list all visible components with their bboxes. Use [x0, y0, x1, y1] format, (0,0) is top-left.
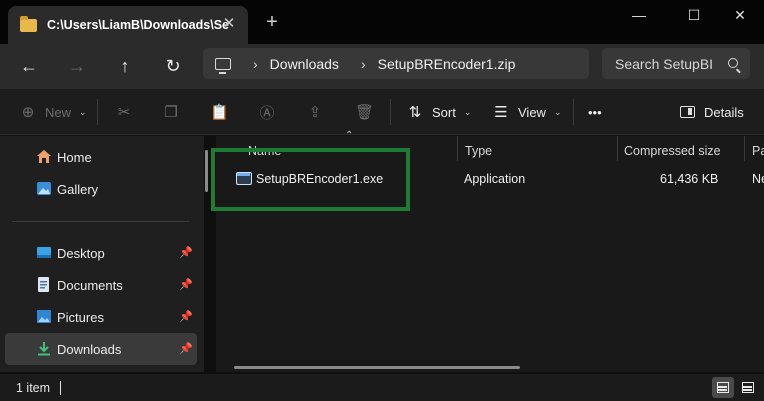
- details-button[interactable]: Details: [680, 100, 744, 124]
- item-count: 1 item: [16, 381, 51, 395]
- gallery-icon: [37, 182, 51, 195]
- sidebar-divider: [12, 221, 189, 222]
- copy-icon: ❐: [164, 104, 178, 121]
- more-icon: •••: [588, 104, 602, 120]
- pin-icon[interactable]: 📌: [179, 342, 193, 355]
- sidebar-item-downloads[interactable]: Downloads 📌: [5, 333, 197, 365]
- chevron-right-icon: ›: [253, 55, 258, 72]
- pin-icon[interactable]: 📌: [179, 246, 193, 259]
- home-icon: [37, 150, 51, 163]
- tiles-view-button[interactable]: [737, 377, 759, 398]
- more-options-button[interactable]: •••: [588, 100, 602, 124]
- navigation-bar: ← → ↑ ↻ › Downloads › SetupBREncoder1.zi…: [0, 44, 764, 89]
- divider: [573, 99, 574, 125]
- close-tab-icon[interactable]: ✕: [220, 15, 238, 33]
- command-bar: ⊕ New ⌄ ✂ ❐ 📋 Ⓐ ⇪ 🗑 ⇅ Sort ⌄ ☰ View ⌄ ••…: [0, 89, 764, 135]
- sidebar-item-desktop[interactable]: Desktop 📌: [5, 237, 197, 269]
- cut-button[interactable]: ✂: [115, 100, 141, 124]
- chevron-right-icon: ›: [360, 55, 366, 72]
- chevron-down-icon: ⌄: [79, 106, 87, 117]
- search-input[interactable]: Search SetupBI: [615, 56, 715, 72]
- column-divider: [457, 136, 458, 161]
- rename-button[interactable]: Ⓐ: [258, 100, 284, 124]
- explorer-tab[interactable]: C:\Users\LiamB\Downloads\Se ✕: [8, 6, 248, 44]
- sidebar-item-pictures[interactable]: Pictures 📌: [5, 301, 197, 333]
- column-divider: [744, 136, 745, 161]
- breadcrumb-downloads[interactable]: Downloads: [270, 56, 339, 72]
- share-button[interactable]: ⇪: [306, 100, 332, 124]
- view-button[interactable]: ☰ View ⌄: [492, 100, 562, 124]
- refresh-button[interactable]: ↻: [161, 54, 185, 78]
- computer-icon: [215, 57, 231, 74]
- sidebar-item-label: Pictures: [57, 309, 104, 325]
- pin-icon[interactable]: 📌: [179, 278, 193, 291]
- desktop-icon: [37, 247, 51, 258]
- sidebar-item-home[interactable]: Home: [5, 141, 197, 173]
- copy-button[interactable]: ❐: [162, 100, 188, 124]
- pin-icon[interactable]: 📌: [179, 310, 193, 323]
- plus-circle-icon: ⊕: [21, 104, 35, 121]
- share-icon: ⇪: [308, 104, 322, 121]
- details-view-button[interactable]: [712, 377, 734, 398]
- breadcrumb-zip[interactable]: SetupBREncoder1.zip: [378, 56, 516, 72]
- tab-title: C:\Users\LiamB\Downloads\Se: [47, 18, 229, 32]
- column-header-compressed-size[interactable]: Compressed size: [624, 140, 721, 162]
- pictures-icon: [37, 310, 51, 323]
- delete-button[interactable]: 🗑: [355, 100, 381, 124]
- status-bar: 1 item: [0, 374, 764, 401]
- new-button[interactable]: ⊕ New ⌄: [19, 100, 87, 124]
- horizontal-scrollbar[interactable]: [234, 366, 520, 369]
- sidebar-scrollbar[interactable]: [205, 150, 208, 192]
- maximize-button[interactable]: ☐: [679, 6, 709, 24]
- search-box[interactable]: Search SetupBI: [602, 48, 750, 79]
- chevron-down-icon: ⌄: [553, 106, 562, 117]
- file-compressed-size: 61,436 KB: [660, 172, 719, 186]
- sidebar-item-gallery[interactable]: Gallery: [5, 173, 197, 205]
- close-window-button[interactable]: ✕: [725, 6, 755, 24]
- up-button[interactable]: ↑: [113, 54, 137, 78]
- file-type: Application: [464, 172, 526, 186]
- chevron-down-icon: ⌄: [463, 106, 472, 117]
- address-bar[interactable]: › Downloads › SetupBREncoder1.zip: [203, 48, 589, 79]
- details-view-icon: [717, 382, 729, 393]
- tiles-view-icon: [742, 382, 754, 393]
- sidebar-item-label: Downloads: [57, 341, 122, 357]
- details-pane-icon: [680, 106, 695, 118]
- sidebar-item-label: Gallery: [57, 181, 99, 197]
- sidebar-item-documents[interactable]: Documents 📌: [5, 269, 197, 301]
- navigation-pane: Home Gallery Desktop 📌 Documents 📌 Pictu…: [0, 136, 204, 372]
- sort-button[interactable]: ⇅ Sort ⌄: [406, 100, 472, 124]
- cut-icon: ✂: [117, 104, 131, 121]
- minimize-button[interactable]: —: [624, 6, 654, 24]
- column-header-password[interactable]: Pa: [752, 140, 764, 162]
- sidebar-item-label: Home: [57, 149, 92, 165]
- forward-button[interactable]: →: [65, 54, 89, 78]
- rename-icon: Ⓐ: [259, 104, 275, 122]
- folder-icon: [20, 15, 37, 32]
- new-tab-button[interactable]: +: [262, 12, 282, 32]
- paste-button[interactable]: 📋: [210, 100, 236, 124]
- downloads-icon: [38, 342, 50, 356]
- documents-icon: [38, 277, 49, 292]
- title-bar: C:\Users\LiamB\Downloads\Se ✕ + — ☐ ✕: [0, 0, 764, 44]
- paste-icon: 📋: [210, 104, 229, 121]
- file-password-protected: Ne: [752, 172, 764, 186]
- search-icon: [728, 58, 738, 68]
- sort-ascending-icon: ⌃: [345, 130, 354, 141]
- column-header-type[interactable]: Type: [465, 140, 492, 162]
- back-button[interactable]: ←: [17, 54, 41, 78]
- view-icon: ☰: [494, 104, 508, 121]
- sidebar-item-label: Desktop: [57, 245, 105, 261]
- divider: [390, 99, 391, 125]
- sort-icon: ⇅: [408, 104, 422, 121]
- status-divider: [60, 381, 61, 395]
- divider: [97, 99, 98, 125]
- trash-icon: 🗑: [355, 104, 375, 121]
- highlight-box: [211, 148, 410, 211]
- sidebar-item-label: Documents: [57, 277, 123, 293]
- column-divider: [617, 136, 618, 161]
